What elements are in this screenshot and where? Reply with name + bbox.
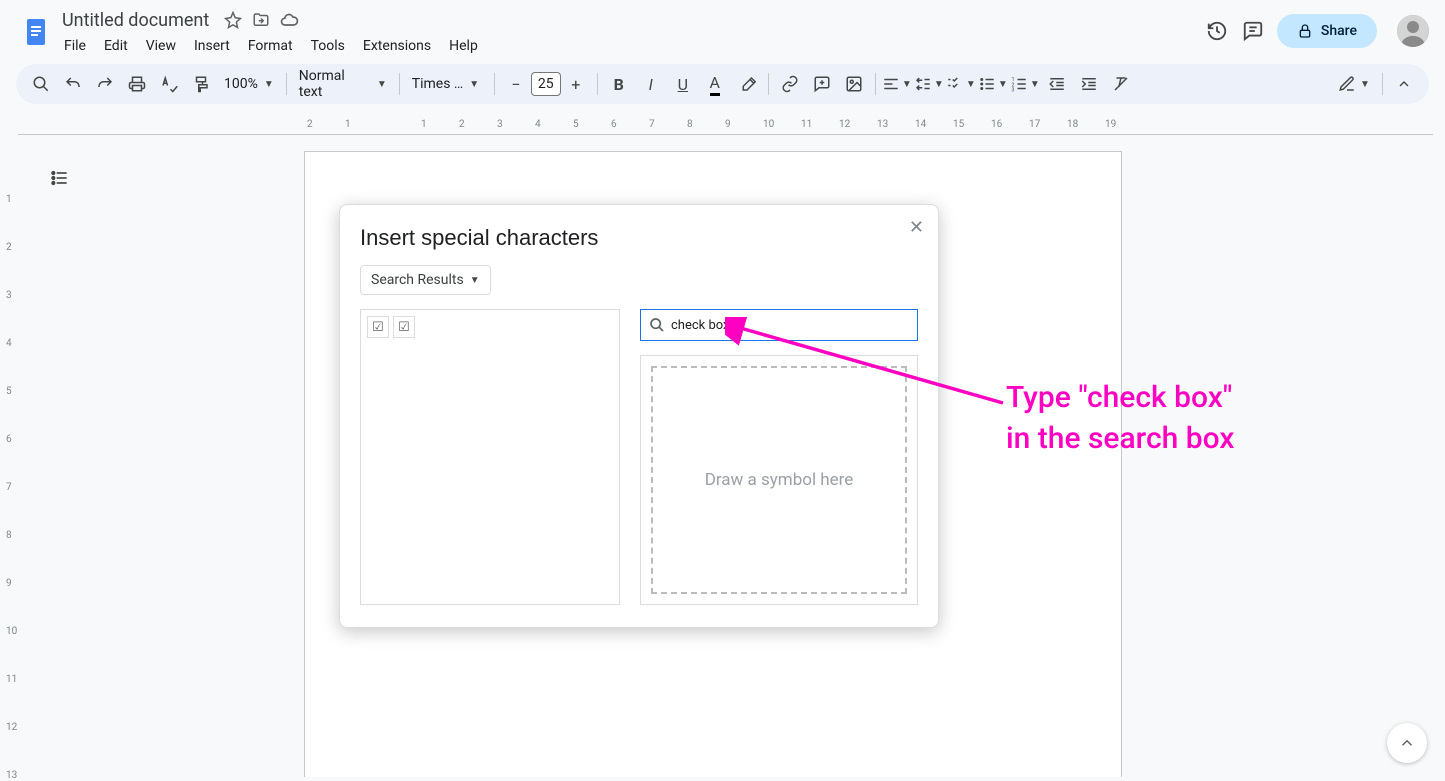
- menu-extensions[interactable]: Extensions: [355, 35, 439, 57]
- toolbar-right: ▼: [1332, 69, 1419, 99]
- numbered-list-icon[interactable]: 123▼: [1010, 69, 1040, 99]
- doc-title[interactable]: Untitled document: [56, 8, 215, 33]
- results-grid: ☑☑: [360, 309, 620, 605]
- text-color-icon[interactable]: A: [700, 69, 730, 99]
- menubar: File Edit View Insert Format Tools Exten…: [56, 34, 1205, 58]
- menu-file[interactable]: File: [56, 35, 94, 57]
- menu-insert[interactable]: Insert: [186, 35, 238, 57]
- menu-help[interactable]: Help: [441, 35, 486, 57]
- image-icon[interactable]: [839, 69, 869, 99]
- close-icon[interactable]: ✕: [909, 217, 924, 238]
- separator: [399, 73, 400, 95]
- draw-pad-border: [651, 366, 907, 594]
- dialog-title: Insert special characters: [360, 225, 918, 251]
- search-icon: [649, 317, 665, 333]
- search-menus-icon[interactable]: [26, 69, 56, 99]
- menu-format[interactable]: Format: [240, 35, 301, 57]
- dialog-body: ☑☑ Draw a symbol here: [360, 309, 918, 605]
- link-icon[interactable]: [775, 69, 805, 99]
- toolbar: 100%▼ Normal text▼ Times …▼ − + B I U A …: [16, 64, 1429, 104]
- horizontal-ruler: 2112345678910111213141516171819: [18, 118, 1433, 134]
- font-select[interactable]: Times …▼: [406, 69, 488, 99]
- redo-icon[interactable]: [90, 69, 120, 99]
- menu-tools[interactable]: Tools: [303, 35, 353, 57]
- separator: [597, 73, 598, 95]
- separator: [1382, 73, 1383, 95]
- italic-icon[interactable]: I: [636, 69, 666, 99]
- search-input[interactable]: [671, 318, 909, 333]
- title-area: Untitled document File Edit View Insert …: [56, 6, 1205, 58]
- dialog-right: Draw a symbol here: [640, 309, 918, 605]
- separator: [768, 73, 769, 95]
- checklist-icon[interactable]: ▼: [946, 69, 976, 99]
- search-box[interactable]: [640, 309, 918, 341]
- undo-icon[interactable]: [58, 69, 88, 99]
- annotation-line1: Type "check box": [1006, 378, 1234, 419]
- cloud-status-icon[interactable]: [279, 10, 299, 30]
- avatar[interactable]: [1397, 15, 1429, 47]
- docs-logo[interactable]: [16, 12, 56, 52]
- separator: [875, 73, 876, 95]
- highlight-icon[interactable]: [732, 69, 762, 99]
- zoom-select[interactable]: 100%▼: [218, 69, 280, 99]
- font-size-input[interactable]: [531, 72, 561, 96]
- comments-icon[interactable]: [1241, 19, 1265, 43]
- show-outline-icon[interactable]: [46, 164, 74, 192]
- clear-formatting-icon[interactable]: [1106, 69, 1136, 99]
- style-value: Normal text: [299, 68, 371, 100]
- explore-button[interactable]: [1387, 723, 1427, 763]
- title-row: Untitled document: [56, 6, 1205, 34]
- draw-pad[interactable]: Draw a symbol here: [640, 355, 918, 605]
- print-icon[interactable]: [122, 69, 152, 99]
- svg-text:3: 3: [1011, 88, 1014, 94]
- align-icon[interactable]: ▼: [882, 69, 912, 99]
- share-button[interactable]: Share: [1277, 14, 1377, 48]
- bullet-list-icon[interactable]: ▼: [978, 69, 1008, 99]
- font-size-group: − +: [501, 69, 591, 99]
- move-icon[interactable]: [251, 10, 271, 30]
- font-value: Times …: [412, 76, 464, 92]
- editing-mode-icon[interactable]: ▼: [1332, 69, 1376, 99]
- spellcheck-icon[interactable]: [154, 69, 184, 99]
- separator: [286, 73, 287, 95]
- share-label: Share: [1321, 23, 1357, 39]
- comment-add-icon[interactable]: [807, 69, 837, 99]
- menu-view[interactable]: View: [138, 35, 184, 57]
- bold-icon[interactable]: B: [604, 69, 634, 99]
- titlebar: Untitled document File Edit View Insert …: [0, 0, 1445, 64]
- category-dropdown[interactable]: Search Results▼: [360, 265, 491, 295]
- category-label: Search Results: [371, 272, 464, 288]
- increase-font-icon[interactable]: +: [561, 69, 591, 99]
- header-right: Share: [1205, 14, 1429, 48]
- special-characters-dialog: Insert special characters ✕ Search Resul…: [339, 204, 939, 628]
- paint-format-icon[interactable]: [186, 69, 216, 99]
- annotation-text: Type "check box" in the search box: [1006, 378, 1234, 459]
- decrease-font-icon[interactable]: −: [501, 69, 531, 99]
- underline-icon[interactable]: U: [668, 69, 698, 99]
- history-icon[interactable]: [1205, 19, 1229, 43]
- annotation-line2: in the search box: [1006, 419, 1234, 460]
- menu-edit[interactable]: Edit: [96, 35, 136, 57]
- char-result[interactable]: ☑: [393, 316, 415, 338]
- char-result[interactable]: ☑: [367, 316, 389, 338]
- zoom-value: 100%: [224, 76, 258, 92]
- collapse-toolbar-icon[interactable]: [1389, 69, 1419, 99]
- star-icon[interactable]: [223, 10, 243, 30]
- separator: [494, 73, 495, 95]
- line-spacing-icon[interactable]: ▼: [914, 69, 944, 99]
- indent-decrease-icon[interactable]: [1042, 69, 1072, 99]
- vertical-ruler: 12345678910111213: [4, 140, 20, 777]
- style-select[interactable]: Normal text▼: [293, 69, 393, 99]
- indent-increase-icon[interactable]: [1074, 69, 1104, 99]
